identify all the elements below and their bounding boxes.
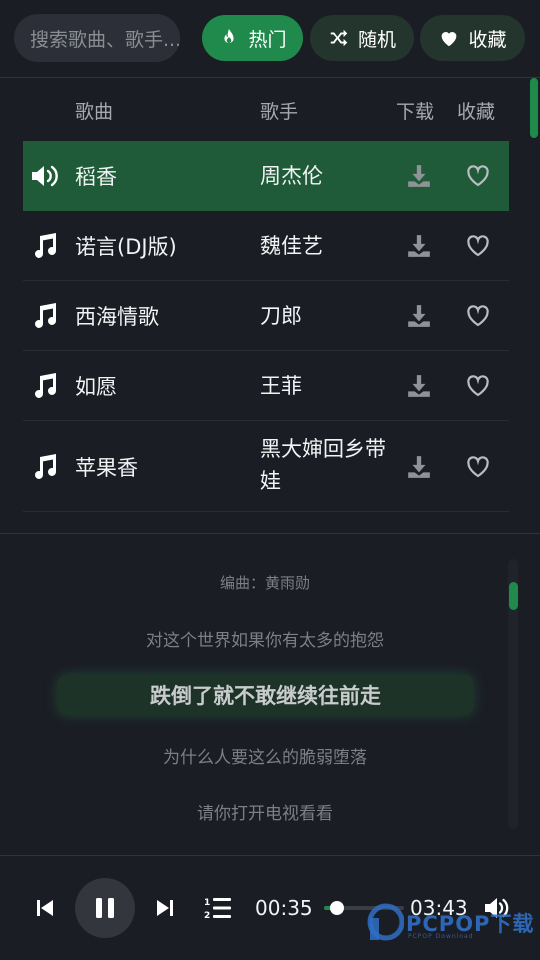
song-list-scrollbar[interactable] — [530, 78, 538, 138]
music-note-icon — [30, 373, 60, 399]
song-name: 如愿 — [75, 375, 117, 399]
favorites-button[interactable]: 收藏 — [420, 15, 525, 61]
song-name: 苹果香 — [75, 456, 138, 480]
favorite-heart-icon[interactable] — [466, 305, 490, 327]
song-name: 稻香 — [75, 165, 117, 189]
column-download: 下载 — [396, 101, 435, 123]
song-table-header: 歌曲 歌手 下载 收藏 — [23, 79, 509, 141]
lyric-line-current: 跌倒了就不敢继续往前走 — [58, 675, 473, 715]
hot-label: 热门 — [248, 28, 287, 51]
favorite-heart-icon[interactable] — [466, 165, 490, 187]
lyrics-scrollbar[interactable] — [509, 582, 518, 610]
lyric-line: 编曲：黄雨勋 — [219, 574, 310, 592]
next-button[interactable] — [155, 898, 175, 918]
song-artist: 黑大婶回乡带娃 — [260, 437, 386, 493]
speaker-icon — [30, 163, 60, 189]
pause-button[interactable] — [75, 878, 135, 938]
svg-text:1: 1 — [204, 898, 210, 908]
download-icon[interactable] — [406, 233, 432, 259]
flame-icon — [224, 28, 235, 44]
download-icon[interactable] — [406, 373, 432, 399]
column-song: 歌曲 — [75, 101, 114, 123]
lyric-line: 为什么人要这么的脆弱堕落 — [163, 748, 367, 768]
shuffle-label: 随机 — [357, 28, 396, 51]
song-row[interactable]: 如愿 王菲 — [23, 351, 509, 421]
song-artist: 王菲 — [260, 374, 302, 398]
pcpop-watermark: PCPOP下载 PCPOP Download — [366, 900, 536, 948]
column-artist: 歌手 — [260, 101, 299, 123]
song-name: 西海情歌 — [75, 305, 159, 329]
music-note-icon — [30, 303, 60, 329]
song-row[interactable]: 诺言(DJ版) 魏佳艺 — [23, 211, 509, 281]
favorites-label: 收藏 — [468, 28, 507, 51]
song-row-playing[interactable]: 稻香 周杰伦 — [23, 141, 509, 211]
search-input[interactable]: 搜索歌曲、歌手... — [14, 14, 180, 62]
playlist-button[interactable]: 12 — [204, 896, 231, 921]
svg-text:2: 2 — [204, 911, 210, 920]
current-time: 00:35 — [255, 896, 313, 920]
download-icon[interactable] — [406, 303, 432, 329]
favorite-heart-icon[interactable] — [466, 235, 490, 257]
favorite-heart-icon[interactable] — [466, 375, 490, 397]
pcpop-logo-icon — [367, 903, 404, 941]
download-icon[interactable] — [406, 454, 432, 480]
song-row[interactable]: 苹果香 黑大婶回乡带娃 — [23, 421, 509, 512]
lyric-line: 请你打开电视看看 — [197, 804, 333, 824]
song-artist: 魏佳艺 — [260, 234, 323, 258]
lyrics-panel[interactable]: 编曲：黄雨勋 对这个世界如果你有太多的抱怨 跌倒了就不敢继续往前走 为什么人要这… — [0, 534, 540, 854]
previous-button[interactable] — [35, 898, 55, 918]
shuffle-button[interactable]: 随机 — [310, 15, 414, 61]
favorite-heart-icon[interactable] — [466, 456, 490, 478]
watermark-subtext: PCPOP Download — [408, 933, 474, 940]
music-note-icon — [30, 454, 60, 480]
lyric-line: 对这个世界如果你有太多的抱怨 — [146, 631, 384, 651]
song-artist: 刀郎 — [260, 304, 302, 328]
heart-icon — [442, 32, 457, 47]
skip-next-icon — [157, 900, 173, 916]
hot-button[interactable]: 热门 — [202, 15, 303, 61]
song-artist: 周杰伦 — [260, 164, 323, 188]
song-name: 诺言(DJ版) — [75, 235, 177, 259]
song-row[interactable]: 西海情歌 刀郎 — [23, 281, 509, 351]
download-icon[interactable] — [406, 163, 432, 189]
column-favorite: 收藏 — [457, 101, 496, 123]
shuffle-icon — [330, 29, 348, 47]
progress-handle[interactable] — [330, 901, 344, 915]
numbered-list-icon: 12 — [204, 898, 231, 921]
pause-icon — [96, 898, 114, 918]
music-note-icon — [30, 233, 60, 259]
skip-previous-icon — [37, 900, 53, 916]
top-bar: 搜索歌曲、歌手... 热门 随机 收藏 — [0, 0, 540, 78]
